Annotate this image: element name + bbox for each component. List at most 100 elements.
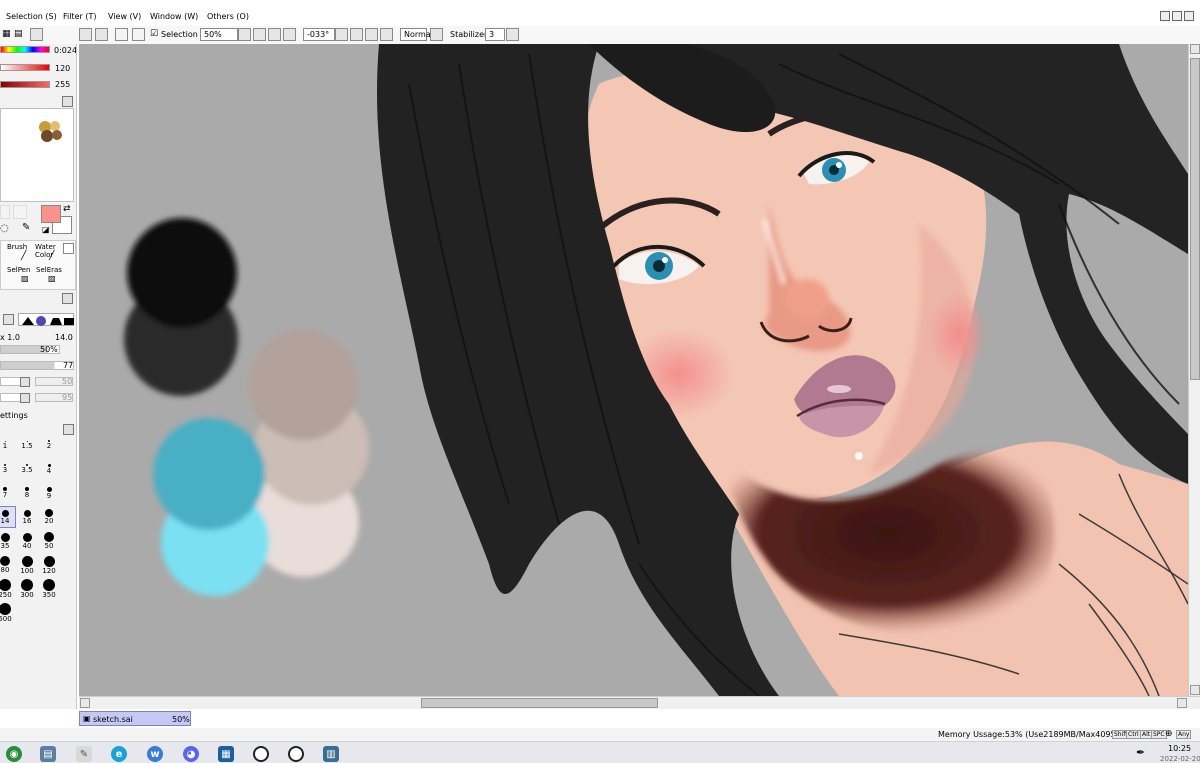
stabilizer-dropdown-icon[interactable]: [506, 28, 519, 41]
saturation-slider[interactable]: [0, 64, 50, 71]
menu-window[interactable]: Window (W): [150, 12, 198, 21]
settings-scroll-up-icon[interactable]: [63, 424, 74, 435]
blend-dropdown-icon[interactable]: [430, 28, 443, 41]
paint-icon[interactable]: ✎: [76, 746, 92, 762]
horizontal-scroll-thumb[interactable]: [421, 698, 658, 708]
menu-others[interactable]: Others (O): [207, 12, 249, 21]
invert-icon[interactable]: [95, 28, 108, 41]
blending-value: 50: [62, 377, 73, 386]
brush-size-cell[interactable]: 500: [0, 602, 16, 624]
vertical-scroll-thumb[interactable]: [1190, 58, 1200, 380]
calculator-icon[interactable]: ▥: [323, 746, 339, 762]
brush-size-cell[interactable]: 16: [16, 506, 38, 528]
brush-size-cell[interactable]: 7: [0, 482, 16, 504]
tool-scroll-down-icon[interactable]: [62, 293, 73, 304]
obs-icon[interactable]: [253, 746, 269, 762]
ruler-icon[interactable]: ▤: [14, 29, 23, 39]
word-app-icon[interactable]: w: [147, 746, 163, 762]
panel-collapse-icon[interactable]: [62, 96, 73, 107]
brush-shape-selector[interactable]: [18, 313, 74, 326]
grid-icon[interactable]: ▦: [2, 29, 11, 39]
tool-selpen[interactable]: SelPen: [7, 266, 30, 274]
restore-icon[interactable]: [1172, 11, 1182, 21]
brush-size-cell[interactable]: 80: [0, 554, 16, 576]
rotate-right-icon[interactable]: [365, 28, 378, 41]
lasso-icon[interactable]: ◌: [0, 223, 9, 234]
app-gallery-icon[interactable]: ▤: [40, 746, 56, 762]
brush-size-label: 20: [44, 517, 54, 525]
brush-size-cell[interactable]: 2: [38, 434, 60, 456]
brush-size-cell[interactable]: 300: [16, 578, 38, 600]
blending-dropdown-icon[interactable]: [20, 377, 30, 387]
discord-icon[interactable]: ◕: [183, 746, 199, 762]
rotate-reset-icon[interactable]: [380, 28, 393, 41]
zoom-reset-icon[interactable]: [283, 28, 296, 41]
zoom-in-icon[interactable]: [268, 28, 281, 41]
tool-options-icon[interactable]: [63, 243, 74, 254]
color-mode-icon[interactable]: [30, 28, 43, 41]
brush-size-cell[interactable]: 50: [38, 530, 60, 552]
hue-slider[interactable]: [0, 46, 50, 53]
vertical-scrollbar[interactable]: [1188, 44, 1200, 696]
photos-icon[interactable]: ▦: [218, 746, 234, 762]
zoom-out-icon[interactable]: [253, 28, 266, 41]
tool-brush[interactable]: Brush: [7, 243, 27, 251]
scroll-down-icon[interactable]: [1190, 685, 1200, 695]
tool-water-color[interactable]: Water Color: [35, 243, 59, 259]
horizontal-scrollbar[interactable]: [79, 696, 1200, 709]
brush-size-cell[interactable]: 1: [0, 434, 16, 456]
document-tab[interactable]: ▣ sketch.sai 50%: [79, 711, 191, 726]
document-tab-name: sketch.sai: [93, 715, 133, 724]
rotate-left-icon[interactable]: [350, 28, 363, 41]
swatch-area[interactable]: [0, 108, 74, 202]
menu-view[interactable]: View (V): [108, 12, 141, 21]
blend-mode-field[interactable]: Normal: [400, 28, 433, 41]
brush-size-cell[interactable]: 100: [16, 554, 38, 576]
dilution-dropdown-icon[interactable]: [20, 393, 30, 403]
brush-size-cell[interactable]: 350: [38, 578, 60, 600]
scroll-left-icon[interactable]: [80, 698, 90, 708]
value-slider[interactable]: [0, 81, 50, 88]
scroll-right-icon[interactable]: [1177, 698, 1187, 708]
color-chip[interactable]: [13, 205, 27, 219]
brush-shape-dropdown-icon[interactable]: [3, 314, 14, 325]
selection-checkbox[interactable]: ☑: [150, 29, 158, 39]
rotation-dropdown-icon[interactable]: [335, 28, 348, 41]
start-icon[interactable]: ◉: [6, 746, 22, 762]
stabilizer-label: Stabilizer: [450, 30, 488, 39]
brush-size-cell[interactable]: 1.5: [16, 434, 38, 456]
drawing-canvas[interactable]: [79, 44, 1188, 696]
scroll-up-icon[interactable]: [1190, 44, 1200, 54]
deselect-icon[interactable]: [79, 28, 92, 41]
color-chip[interactable]: [0, 205, 10, 219]
brush-size-cell[interactable]: 3.5: [16, 458, 38, 480]
tool-seleras[interactable]: SelEras: [36, 266, 62, 274]
brush-size-cell[interactable]: 120: [38, 554, 60, 576]
edge-icon[interactable]: e: [111, 746, 127, 762]
zoom-dropdown-icon[interactable]: [238, 28, 251, 41]
transform-icon[interactable]: [115, 28, 128, 41]
eyedropper-icon[interactable]: ✎: [22, 222, 30, 233]
rotation-field[interactable]: -033°: [303, 28, 335, 41]
obs-icon[interactable]: [288, 746, 304, 762]
brush-size-cell[interactable]: 4: [38, 458, 60, 480]
brush-size-cell[interactable]: 20: [38, 506, 60, 528]
zoom-field[interactable]: 50%: [200, 28, 238, 41]
minimize-icon[interactable]: [1160, 11, 1170, 21]
menu-filter[interactable]: Filter (T): [63, 12, 96, 21]
brush-size-cell[interactable]: 250: [0, 578, 16, 600]
brush-size-cell[interactable]: 9: [38, 482, 60, 504]
foreground-color-swatch[interactable]: [41, 205, 61, 223]
brush-size-cell[interactable]: 3: [0, 458, 16, 480]
reset-colors-icon[interactable]: ◪: [42, 225, 50, 234]
close-icon[interactable]: [1184, 11, 1194, 21]
brush-size-cell[interactable]: 40: [16, 530, 38, 552]
brush-size-cell[interactable]: 14: [0, 506, 16, 528]
menu-selection[interactable]: Selection (S): [6, 12, 57, 21]
swap-colors-icon[interactable]: ⇄: [63, 204, 71, 214]
flip-icon[interactable]: [132, 28, 145, 41]
stabilizer-field[interactable]: 3: [485, 28, 505, 41]
pen-tray-icon[interactable]: ✒: [1136, 746, 1145, 759]
brush-size-cell[interactable]: 35: [0, 530, 16, 552]
brush-size-cell[interactable]: 8: [16, 482, 38, 504]
